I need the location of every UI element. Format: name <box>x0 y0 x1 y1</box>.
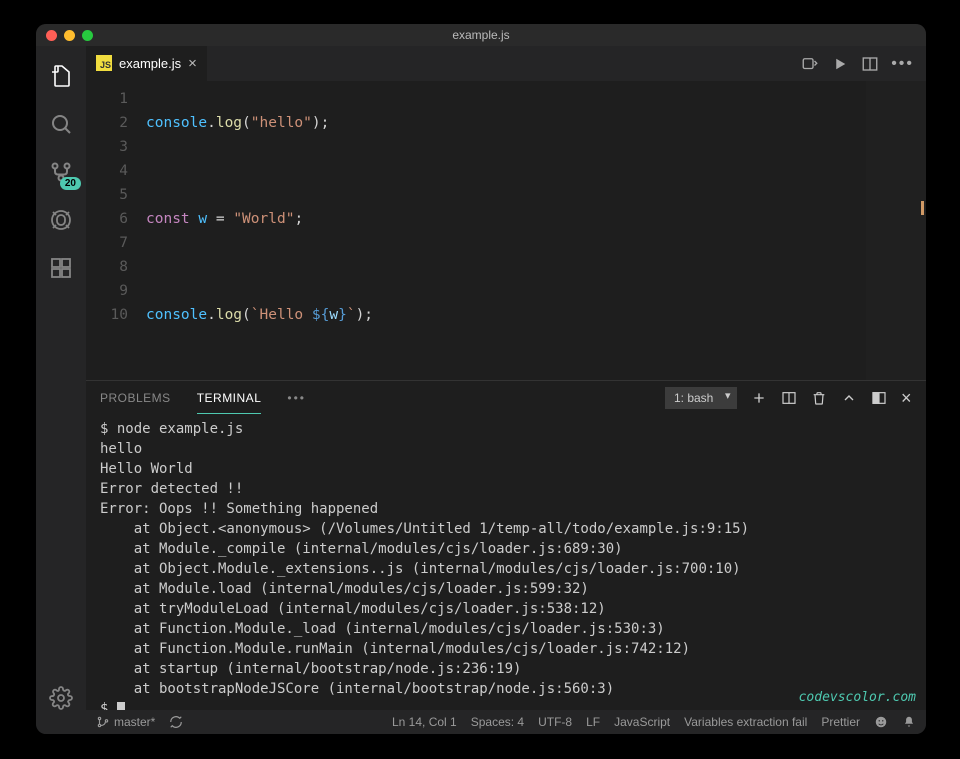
watermark: codevscolor.com <box>799 688 916 708</box>
terminal-cursor <box>117 702 125 711</box>
line-gutter: 12 34 56 78 910 <box>86 81 146 380</box>
editor-actions: ••• <box>801 46 926 81</box>
run-icon[interactable] <box>831 55 849 73</box>
code-editor[interactable]: 12 34 56 78 910 console.log("hello"); co… <box>86 81 926 380</box>
tab-terminal[interactable]: TERMINAL <box>197 383 262 414</box>
scm-badge: 20 <box>60 177 81 190</box>
close-panel-icon[interactable]: × <box>901 388 912 409</box>
new-terminal-icon[interactable] <box>751 390 767 406</box>
search-icon[interactable] <box>37 104 85 144</box>
terminal-output[interactable]: $ node example.js hello Hello World Erro… <box>86 415 926 710</box>
compare-changes-icon[interactable] <box>801 55 819 73</box>
chevron-up-icon[interactable] <box>841 390 857 406</box>
code-content[interactable]: console.log("hello"); const w = "World";… <box>146 81 926 380</box>
split-editor-icon[interactable] <box>861 55 879 73</box>
maximize-panel-icon[interactable] <box>871 390 887 406</box>
indentation[interactable]: Spaces: 4 <box>471 715 524 729</box>
panel-more-icon[interactable]: ••• <box>287 391 306 405</box>
cursor-position[interactable]: Ln 14, Col 1 <box>392 715 457 729</box>
encoding[interactable]: UTF-8 <box>538 715 572 729</box>
prettier-status[interactable]: Prettier <box>821 715 860 729</box>
bottom-panel: PROBLEMS TERMINAL ••• 1: bash <box>86 380 926 710</box>
settings-gear-icon[interactable] <box>37 678 85 718</box>
editor-tabs: JS example.js × ••• <box>86 46 926 81</box>
vscode-window: example.js 20 <box>36 24 926 734</box>
debug-icon[interactable] <box>37 200 85 240</box>
main-area: JS example.js × ••• 12 34 56 78 <box>86 46 926 734</box>
more-actions-icon[interactable]: ••• <box>891 55 914 73</box>
tab-problems[interactable]: PROBLEMS <box>100 383 171 413</box>
split-terminal-icon[interactable] <box>781 390 797 406</box>
eol[interactable]: LF <box>586 715 600 729</box>
extension-status[interactable]: Variables extraction fail <box>684 715 807 729</box>
status-bar: master* Ln 14, Col 1 Spaces: 4 UTF-8 LF … <box>86 710 926 734</box>
extensions-icon[interactable] <box>37 248 85 288</box>
bell-icon[interactable] <box>902 715 916 729</box>
window-body: 20 JS example.js × <box>36 46 926 734</box>
explorer-icon[interactable] <box>37 56 85 96</box>
window-title: example.js <box>36 28 926 42</box>
language-mode[interactable]: JavaScript <box>614 715 670 729</box>
git-branch[interactable]: master* <box>96 715 155 729</box>
terminal-select[interactable]: 1: bash <box>665 387 737 409</box>
source-control-icon[interactable]: 20 <box>37 152 85 192</box>
minimap[interactable] <box>866 81 926 380</box>
js-file-icon: JS <box>96 55 112 71</box>
panel-tabs: PROBLEMS TERMINAL ••• 1: bash <box>86 381 926 415</box>
sync-icon[interactable] <box>169 715 183 729</box>
tab-example-js[interactable]: JS example.js × <box>86 46 207 81</box>
titlebar: example.js <box>36 24 926 46</box>
feedback-icon[interactable] <box>874 715 888 729</box>
kill-terminal-icon[interactable] <box>811 390 827 406</box>
close-tab-icon[interactable]: × <box>188 55 197 72</box>
activity-bar: 20 <box>36 46 86 734</box>
tab-label: example.js <box>119 56 181 71</box>
